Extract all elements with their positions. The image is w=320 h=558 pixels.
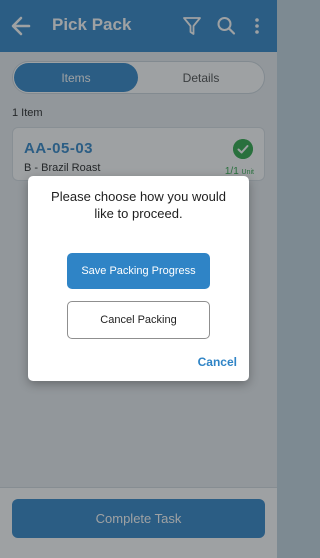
save-packing-progress-button[interactable]: Save Packing Progress bbox=[67, 253, 210, 289]
dialog-message: Please choose how you would like to proc… bbox=[51, 189, 226, 221]
cancel-packing-button[interactable]: Cancel Packing bbox=[67, 301, 210, 339]
proceed-dialog: Please choose how you would like to proc… bbox=[28, 176, 249, 381]
dialog-cancel-button[interactable]: Cancel bbox=[198, 355, 237, 369]
